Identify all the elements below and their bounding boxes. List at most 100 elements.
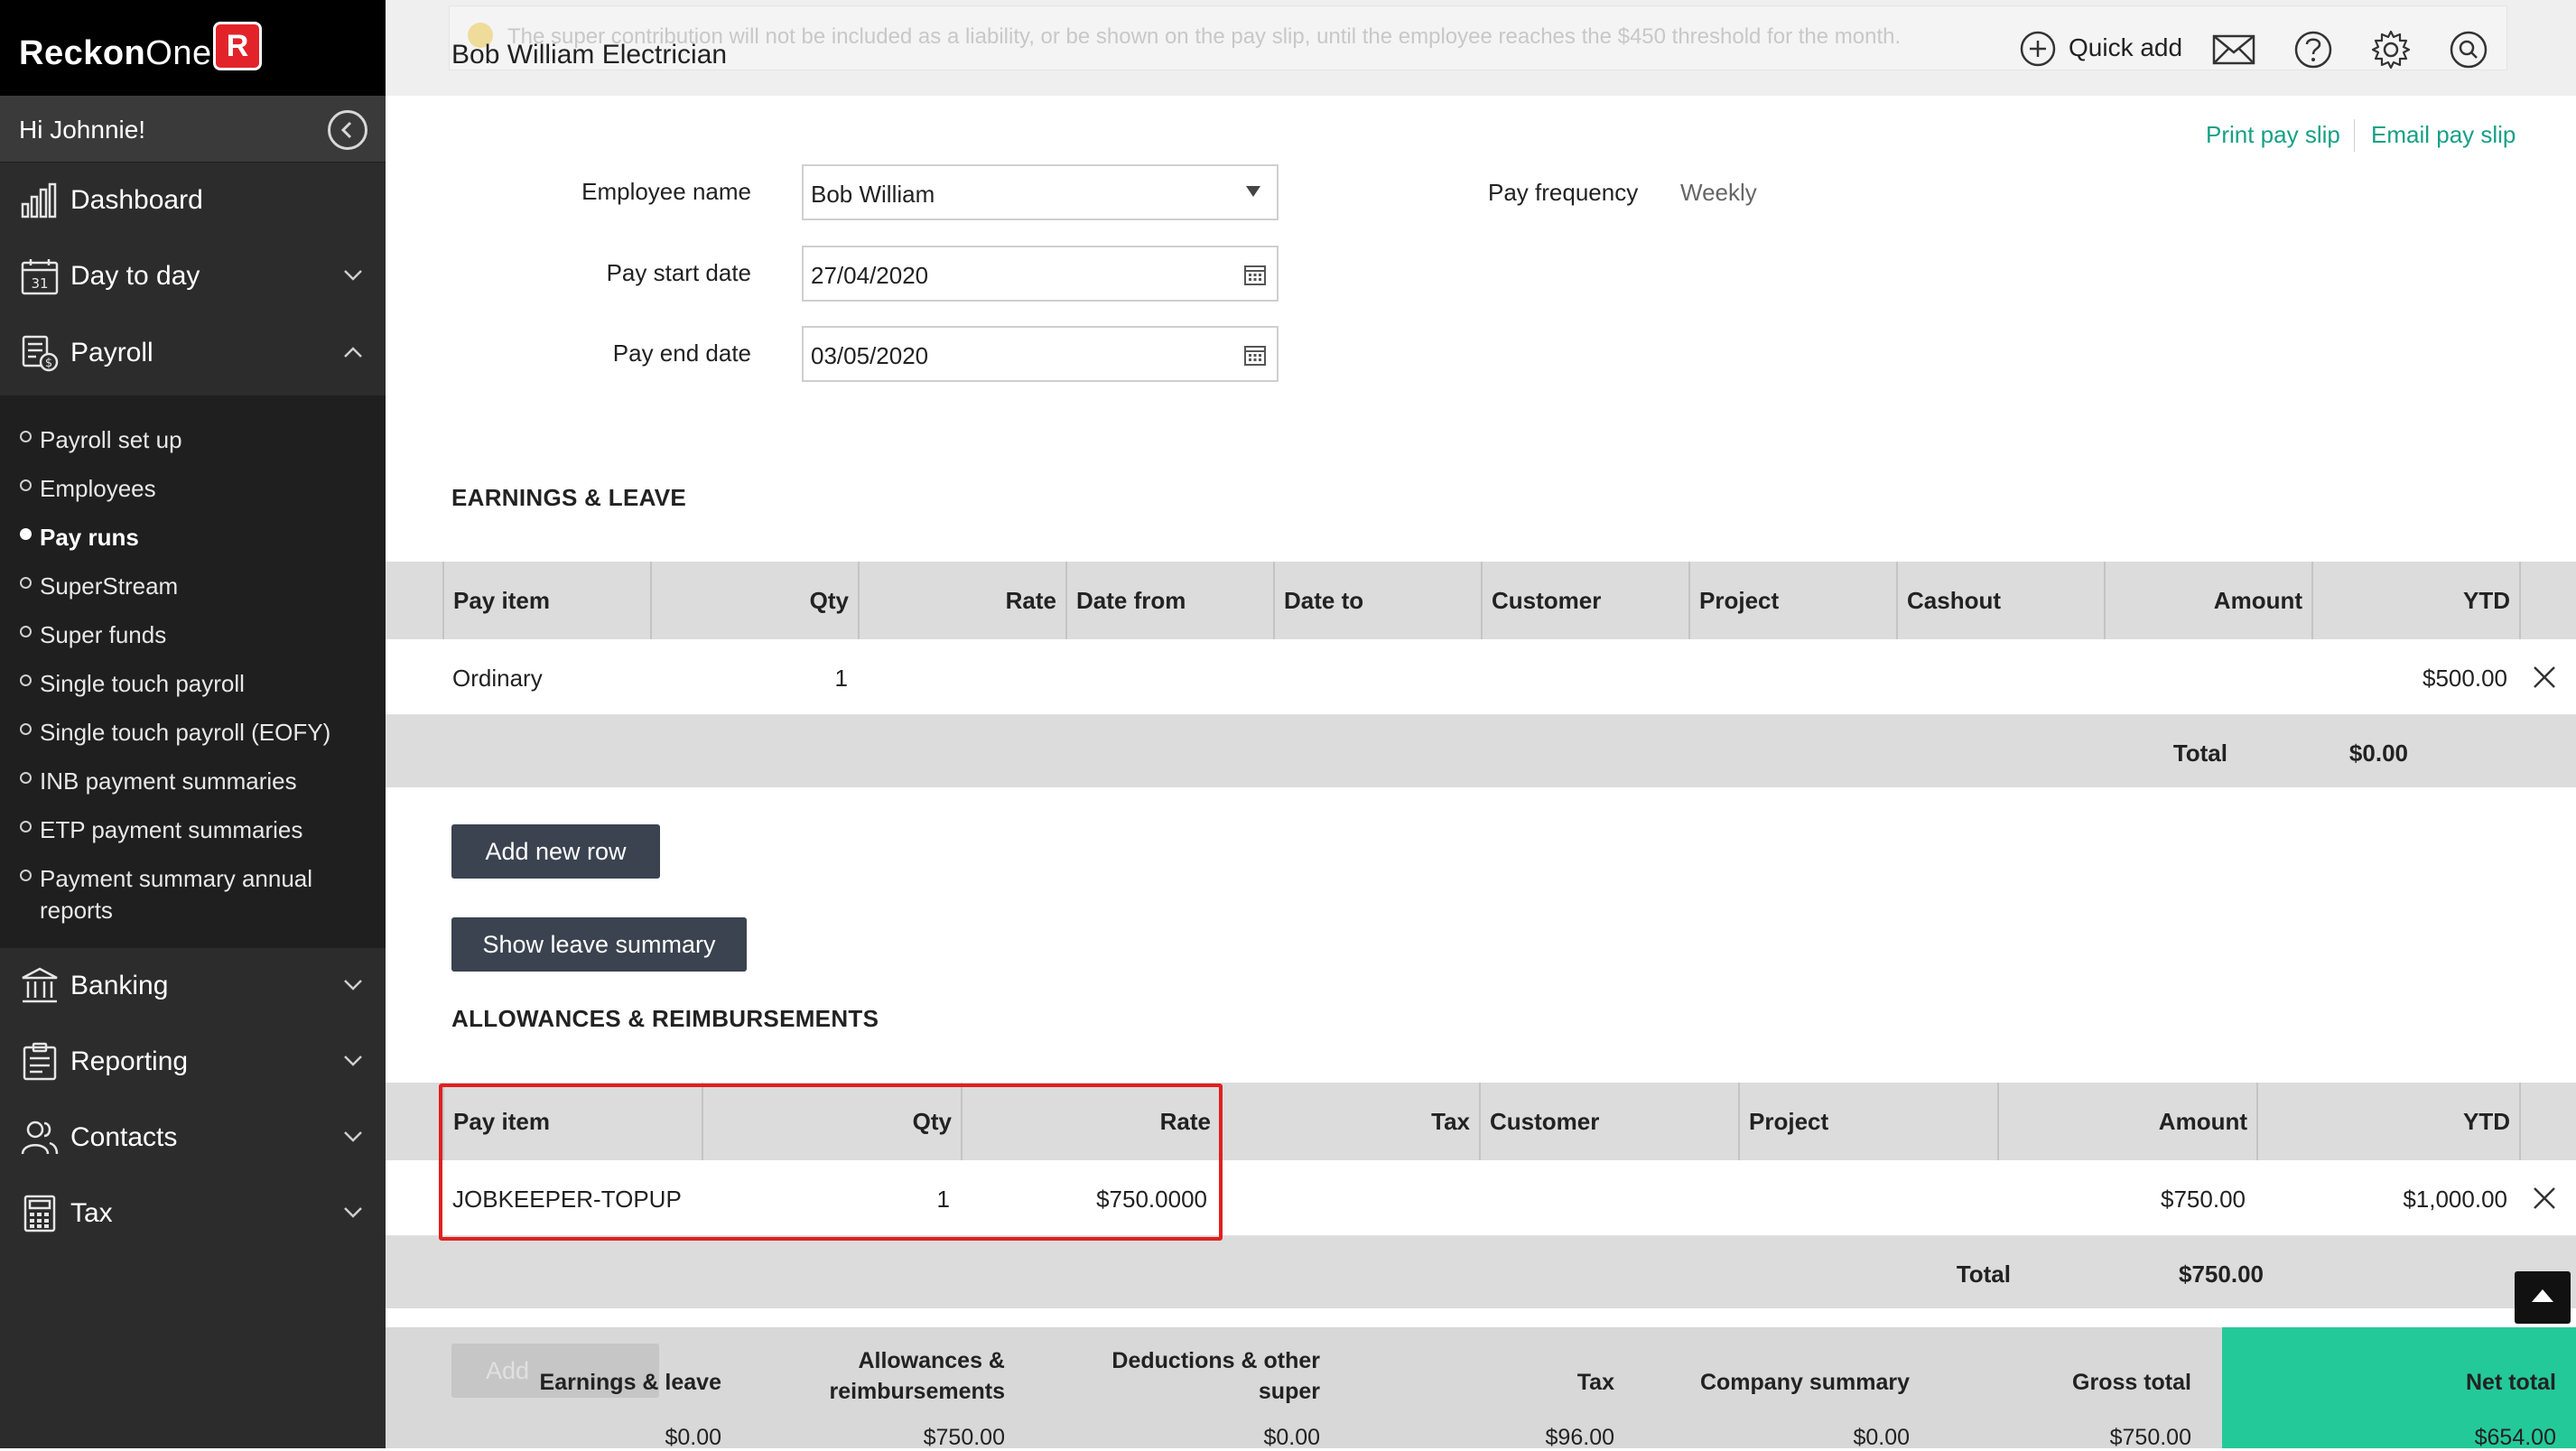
submenu-item-payroll-set-up[interactable]: Payroll set up: [0, 414, 386, 459]
total-label: Total: [1956, 1260, 2011, 1288]
settings-button[interactable]: [2368, 27, 2413, 72]
net-total-panel: Net total $654.00: [2222, 1327, 2576, 1450]
plus-circle-icon: [2020, 31, 2056, 67]
allowances-heading: ALLOWANCES & REIMBURSEMENTS: [451, 1005, 879, 1032]
footer-label: Gross total: [2072, 1370, 2191, 1395]
submenu-item-super-funds[interactable]: Super funds: [0, 609, 386, 654]
pay-end-date-field[interactable]: 03/05/2020: [802, 326, 1279, 382]
help-button[interactable]: [2291, 27, 2336, 72]
collapse-sidebar-button[interactable]: [328, 110, 367, 150]
total-value: $750.00: [2179, 1260, 2264, 1288]
payroll-submenu: Payroll set up Employees Pay runs SuperS…: [0, 395, 386, 948]
bullet-icon: [20, 723, 32, 735]
mail-button[interactable]: [2211, 27, 2256, 72]
divider: [2354, 119, 2355, 152]
submenu-label: Super funds: [40, 621, 167, 648]
column-header-actions: [2519, 562, 2576, 639]
sidebar-item-reporting[interactable]: Reporting: [0, 1024, 386, 1100]
footer-value: $750.00: [2109, 1425, 2191, 1450]
submenu-item-etp-payment-summaries[interactable]: ETP payment summaries: [0, 804, 386, 849]
sidebar-item-label: Dashboard: [70, 185, 203, 215]
footer-label: Net total: [2466, 1370, 2556, 1395]
amount-cell[interactable]: $750.00: [1997, 1186, 2246, 1214]
column-header: Tax: [1431, 1108, 1470, 1135]
column-header: Customer: [1481, 562, 1688, 639]
contacts-icon: [21, 1121, 59, 1155]
pay-start-date-field[interactable]: 27/04/2020: [802, 246, 1279, 302]
submenu-item-single-touch-payroll[interactable]: Single touch payroll: [0, 657, 386, 702]
employee-name-select[interactable]: Bob William: [802, 164, 1279, 220]
bullet-icon: [20, 674, 32, 686]
allowances-total-row: Total $750.00: [386, 1236, 2576, 1308]
sidebar-item-tax[interactable]: Tax: [0, 1176, 386, 1251]
chevron-down-icon: [344, 1207, 362, 1218]
column-header: Amount: [1997, 1083, 2256, 1160]
bullet-icon: [20, 577, 32, 589]
print-pay-slip-link[interactable]: Print pay slip: [2206, 121, 2340, 149]
help-icon: [2294, 31, 2332, 69]
sidebar-item-contacts[interactable]: Contacts: [0, 1100, 386, 1176]
footer-value: $0.00: [1263, 1425, 1320, 1450]
add-new-row-button[interactable]: Add new row: [451, 824, 660, 879]
sidebar-item-banking[interactable]: Banking: [0, 948, 386, 1024]
email-pay-slip-link[interactable]: Email pay slip: [2371, 121, 2516, 149]
footer-tax: Tax $96.00: [1344, 1345, 1614, 1450]
search-button[interactable]: [2446, 27, 2491, 72]
column-header: Date from: [1065, 562, 1273, 639]
calendar-icon[interactable]: [1242, 342, 1268, 367]
close-icon[interactable]: [2531, 664, 2558, 691]
sidebar-item-day-to-day[interactable]: 31 Day to day: [0, 238, 386, 314]
bank-icon: [22, 967, 58, 1003]
submenu-item-inb-payment-summaries[interactable]: INB payment summaries: [0, 755, 386, 800]
gear-icon: [2371, 30, 2411, 70]
submenu-item-payment-summary-annual-reports[interactable]: Payment summary annual reports: [0, 852, 386, 925]
mail-icon: [2212, 34, 2255, 65]
column-header: Rate: [858, 562, 1065, 639]
calendar-icon[interactable]: [1242, 262, 1268, 287]
qty-cell[interactable]: 1: [656, 665, 848, 693]
scroll-to-top-button[interactable]: [2515, 1271, 2571, 1324]
column-header: Project: [1688, 562, 1896, 639]
pay-end-date-label: Pay end date: [612, 339, 751, 367]
submenu-item-superstream[interactable]: SuperStream: [0, 560, 386, 605]
submenu-item-single-touch-payroll-eofy[interactable]: Single touch payroll (EOFY): [0, 706, 386, 751]
submenu-label: Payroll set up: [40, 426, 182, 453]
footer-label: Company summary: [1699, 1370, 1910, 1395]
submenu-label: Employees: [40, 475, 156, 502]
logo-badge: R: [213, 22, 262, 70]
sidebar-item-label: Reporting: [70, 1046, 189, 1076]
ytd-cell: $1,000.00: [2403, 1186, 2507, 1213]
pay-item-cell[interactable]: Ordinary: [452, 665, 543, 693]
submenu-item-pay-runs[interactable]: Pay runs: [0, 511, 386, 556]
close-icon[interactable]: [2531, 1185, 2558, 1212]
submenu-item-employees[interactable]: Employees: [0, 462, 386, 507]
bullet-icon: [20, 626, 32, 637]
sidebar-item-payroll[interactable]: $ Payroll: [0, 315, 386, 391]
column-header: Amount: [2104, 562, 2311, 639]
earnings-leave-heading: EARNINGS & LEAVE: [451, 484, 687, 511]
bullet-icon: [20, 479, 32, 491]
payroll-icon: $: [22, 335, 59, 372]
logo[interactable]: ReckonOne R: [0, 0, 386, 96]
footer-label: Tax: [1576, 1370, 1614, 1395]
column-header: Cashout: [1896, 562, 2104, 639]
column-header: Pay item: [442, 562, 650, 639]
sidebar-item-dashboard[interactable]: Dashboard: [0, 163, 386, 238]
bullet-icon: [20, 772, 32, 784]
footer-label: Deductions & other super: [1111, 1348, 1320, 1404]
submenu-label: SuperStream: [40, 572, 179, 600]
calendar-icon: 31: [21, 259, 59, 295]
earnings-table-header: Pay item Qty Rate Date from Date to Cust…: [386, 562, 2576, 639]
earnings-total-row: Total $0.00: [386, 715, 2576, 787]
table-row[interactable]: Ordinary 1 $500.00: [386, 639, 2576, 715]
sidebar-item-label: Contacts: [70, 1122, 178, 1152]
page-title: Bob William Electrician: [451, 40, 728, 70]
show-leave-summary-button[interactable]: Show leave summary: [451, 917, 747, 972]
ytd-cell: $500.00: [2423, 665, 2507, 692]
footer-allowances: Allowances & reimbursements $750.00: [734, 1345, 1005, 1450]
column-header: Customer: [1479, 1083, 1738, 1160]
footer-earnings: Earnings & leave $0.00: [451, 1345, 721, 1450]
column-header: Project: [1738, 1083, 1997, 1160]
pay-end-date-value: 03/05/2020: [811, 342, 929, 369]
column-header: Date to: [1273, 562, 1481, 639]
